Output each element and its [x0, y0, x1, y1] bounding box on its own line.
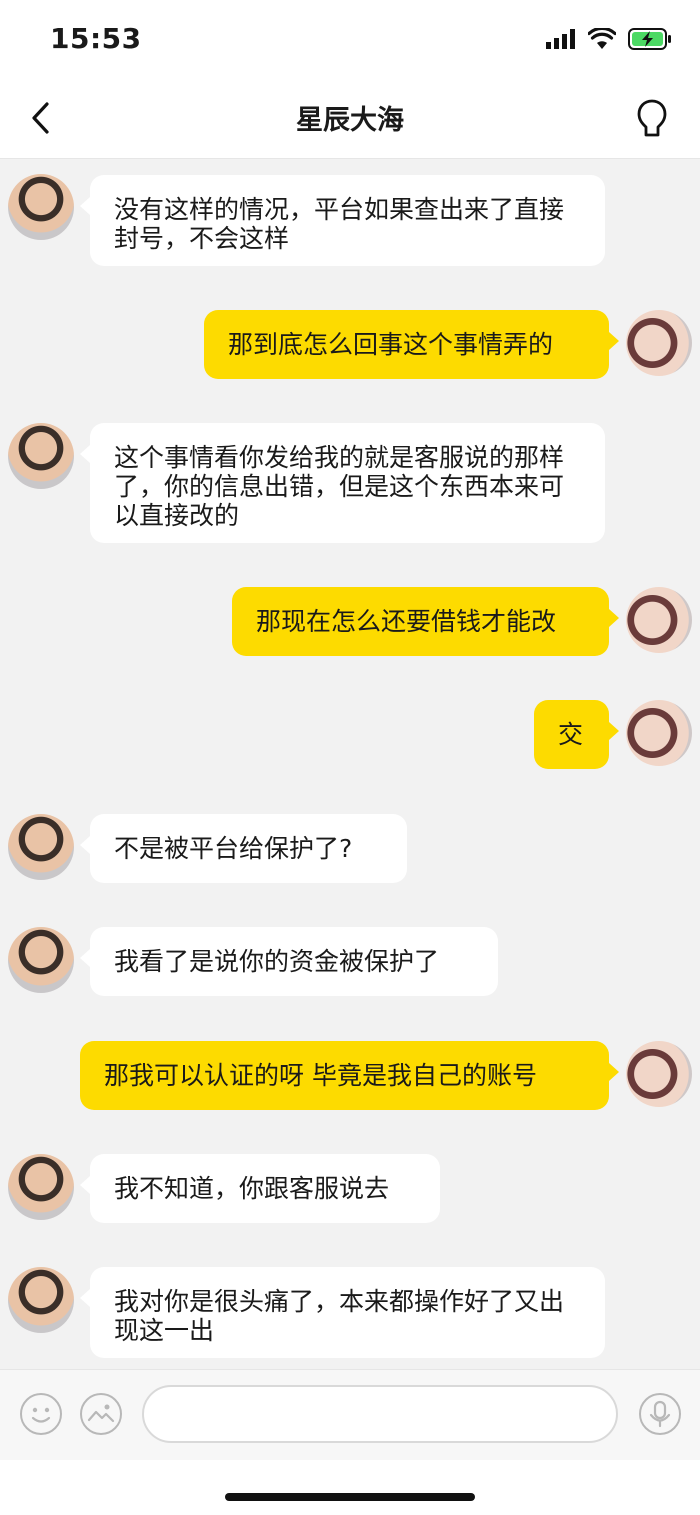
contact-avatar[interactable]	[8, 423, 74, 489]
voice-button[interactable]	[639, 1393, 681, 1435]
wifi-icon	[588, 28, 616, 49]
contact-avatar[interactable]	[8, 927, 74, 993]
image-button[interactable]	[80, 1393, 122, 1435]
contact-avatar[interactable]	[8, 174, 74, 240]
message-bubble-received: 这个事情看你发给我的就是客服说的那样了，你的信息出错，但是这个东西本来可以直接改…	[80, 423, 605, 543]
my-avatar[interactable]	[626, 310, 692, 376]
home-indicator[interactable]	[225, 1493, 475, 1501]
status-icons	[546, 28, 672, 50]
my-avatar[interactable]	[626, 587, 692, 653]
navigation-bar: 星辰大海	[0, 80, 700, 159]
input-bar	[0, 1369, 700, 1460]
message-bubble-received: 我对你是很头痛了，本来都操作好了又出现这一出	[80, 1267, 605, 1358]
message-bubble-sent: 那我可以认证的呀 毕竟是我自己的账号	[80, 1041, 619, 1110]
profile-button[interactable]	[630, 96, 674, 140]
my-avatar[interactable]	[626, 700, 692, 766]
microphone-icon	[649, 1400, 671, 1428]
contact-avatar[interactable]	[8, 1154, 74, 1220]
message-bubble-received: 没有这样的情况，平台如果查出来了直接封号，不会这样	[80, 175, 605, 266]
message-bubble-sent: 交	[534, 700, 619, 769]
message-bubble-received: 我不知道，你跟客服说去	[80, 1154, 440, 1223]
message-bubble-received: 我看了是说你的资金被保护了	[80, 927, 498, 996]
my-avatar[interactable]	[626, 1041, 692, 1107]
image-icon	[87, 1404, 115, 1423]
contact-avatar[interactable]	[8, 814, 74, 880]
person-outline-icon	[637, 99, 667, 137]
status-bar: 15:53	[0, 0, 700, 80]
emoji-icon	[31, 1407, 51, 1423]
message-bubble-received: 不是被平台给保护了?	[80, 814, 407, 883]
chat-area[interactable]: 没有这样的情况，平台如果查出来了直接封号，不会这样 那到底怎么回事这个事情弄的 …	[0, 159, 700, 1369]
message-input[interactable]	[142, 1385, 618, 1443]
contact-avatar[interactable]	[8, 1267, 74, 1333]
message-bubble-sent: 那到底怎么回事这个事情弄的	[204, 310, 619, 379]
home-area	[0, 1460, 700, 1515]
status-time: 15:53	[50, 22, 142, 55]
message-bubble-sent: 那现在怎么还要借钱才能改	[232, 587, 619, 656]
emoji-button[interactable]	[20, 1393, 62, 1435]
signal-icon	[546, 29, 575, 49]
chat-title: 星辰大海	[296, 105, 404, 136]
battery-icon	[628, 28, 671, 50]
